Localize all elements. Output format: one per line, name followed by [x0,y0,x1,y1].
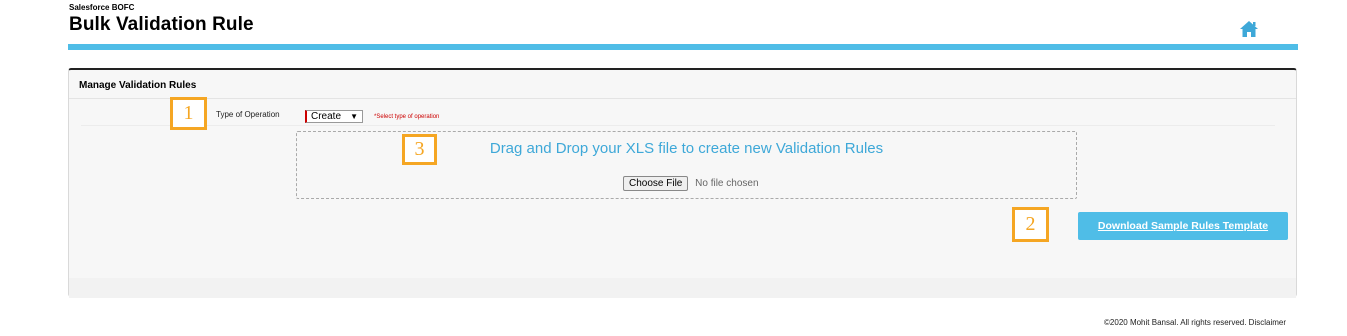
panel-title: Manage Validation Rules [79,80,197,91]
operation-select-value: Create [311,111,342,122]
panel-footer [69,278,1296,298]
operation-hint: *Select type of operation [374,114,440,120]
annotation-marker-2: 2 [1012,207,1049,242]
footer-text: ©2020 Mohit Bansal. All rights reserved.… [1104,318,1286,327]
home-icon [1240,21,1258,37]
operation-label: Type of Operation [216,110,280,119]
home-link[interactable] [1239,20,1259,38]
annotation-marker-1: 1 [170,97,207,130]
file-status: No file chosen [695,178,759,189]
annotation-marker-3: 3 [402,134,437,165]
page-title: Bulk Validation Rule [69,14,254,35]
row-divider [81,125,1275,126]
chevron-down-icon: ▼ [350,112,358,121]
download-template-button[interactable]: Download Sample Rules Template [1078,212,1288,240]
operation-select[interactable]: Create ▼ [305,110,363,123]
panel-header: Manage Validation Rules [69,70,1296,99]
file-input-row: Choose File No file chosen [623,176,759,191]
title-divider [68,44,1298,50]
choose-file-button[interactable]: Choose File [623,176,689,191]
manage-rules-panel: Manage Validation Rules Type of Operatio… [68,68,1297,298]
app-name: Salesforce BOFC [69,3,135,12]
